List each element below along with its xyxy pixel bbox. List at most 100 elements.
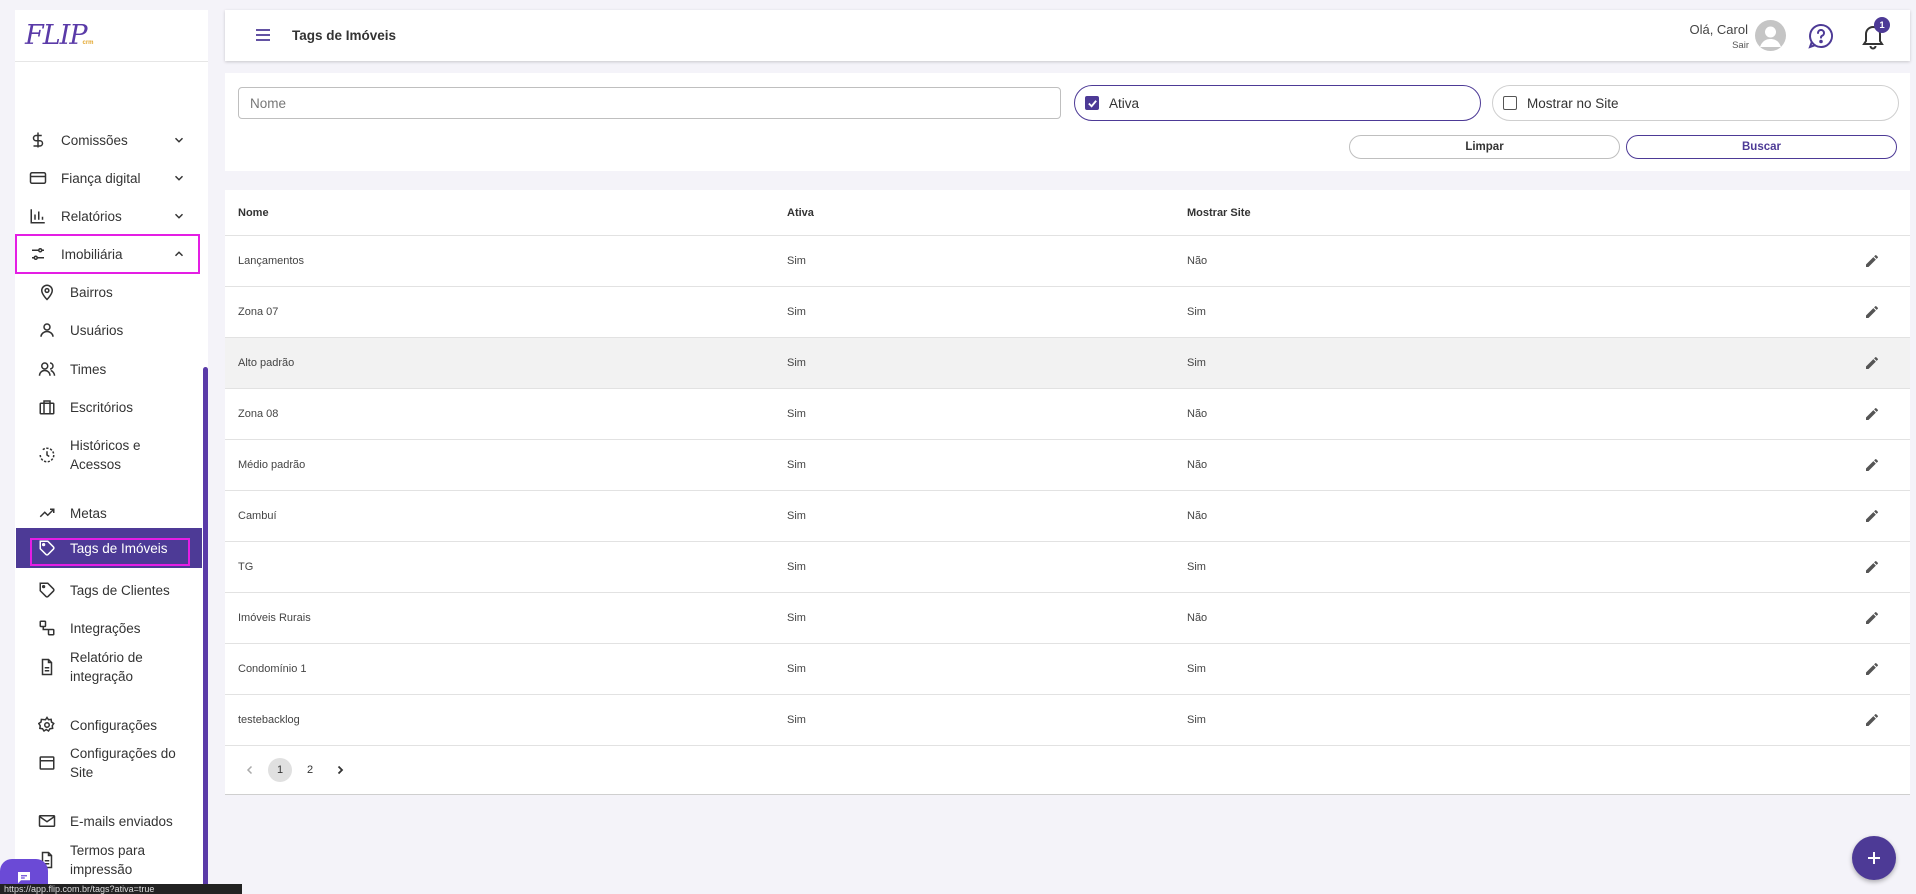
mostrar-site-checkbox[interactable] xyxy=(1503,96,1517,110)
logout-link[interactable]: Sair xyxy=(1732,40,1749,51)
edit-pencil-icon[interactable] xyxy=(1864,304,1880,320)
sidebar-item-relatorio-integracao[interactable]: Relatório de integração xyxy=(15,647,200,687)
sidebar-item-label: Usuários xyxy=(70,322,124,338)
sidebar-item-relatorios[interactable]: Relatórios xyxy=(15,198,200,234)
edit-pencil-icon[interactable] xyxy=(1864,610,1880,626)
sidebar-item-label: E-mails enviados xyxy=(70,813,173,829)
edit-pencil-icon[interactable] xyxy=(1864,253,1880,269)
cell-nome: Zona 07 xyxy=(238,306,279,318)
search-button[interactable]: Buscar xyxy=(1626,135,1897,159)
sidebar-item-label: Integrações xyxy=(70,620,141,636)
table-row[interactable]: Zona 08 Sim Não xyxy=(225,389,1910,440)
table-row[interactable]: Alto padrão Sim Sim xyxy=(225,338,1910,389)
cell-ativa: Sim xyxy=(787,306,806,318)
table-row[interactable]: Médio padrão Sim Não xyxy=(225,440,1910,491)
sidebar-item-times[interactable]: Times xyxy=(15,359,200,379)
sidebar-item-label: Relatórios xyxy=(61,208,122,224)
next-page-button[interactable] xyxy=(328,758,352,782)
add-tag-button[interactable] xyxy=(1852,836,1896,880)
sidebar-item-historicos-acessos[interactable]: Históricos e Acessos xyxy=(15,435,200,475)
sidebar-item-escritorios[interactable]: Escritórios xyxy=(15,397,200,417)
cell-ativa: Sim xyxy=(787,255,806,267)
edit-pencil-icon[interactable] xyxy=(1864,406,1880,422)
sidebar-item-integracoes[interactable]: Integrações xyxy=(15,618,200,638)
avatar[interactable] xyxy=(1755,20,1786,51)
briefcase-icon xyxy=(38,398,56,416)
history-icon xyxy=(38,446,56,464)
browser-window-icon xyxy=(38,754,56,772)
cell-mostrar-site: Não xyxy=(1187,255,1208,267)
edit-pencil-icon[interactable] xyxy=(1864,508,1880,524)
cell-ativa: Sim xyxy=(787,561,806,573)
page-title: Tags de Imóveis xyxy=(292,28,397,43)
table-row[interactable]: Zona 07 Sim Sim xyxy=(225,287,1910,338)
previous-page-button[interactable] xyxy=(238,758,262,782)
table-row[interactable]: Condomínio 1 Sim Sim xyxy=(225,644,1910,695)
cell-ativa: Sim xyxy=(787,612,806,624)
cell-ativa: Sim xyxy=(787,510,806,522)
sidebar-item-emails-enviados[interactable]: E-mails enviados xyxy=(15,811,200,831)
sidebar-item-comissoes[interactable]: Comissões xyxy=(15,122,200,158)
mostrar-site-checkbox-field[interactable]: Mostrar no Site xyxy=(1492,85,1899,121)
user-greeting: Olá, Carol xyxy=(1689,22,1748,37)
table-header: Nome Ativa Mostrar Site xyxy=(225,190,1910,236)
sidebar-item-configuracoes[interactable]: Configurações xyxy=(15,715,200,735)
sidebar-item-tags-imoveis[interactable]: Tags de Imóveis xyxy=(16,528,202,568)
cell-mostrar-site: Não xyxy=(1187,408,1208,420)
edit-pencil-icon[interactable] xyxy=(1864,355,1880,371)
sidebar-item-label: Fiança digital xyxy=(61,170,141,186)
tags-table: Nome Ativa Mostrar Site Lançamentos Sim Nã… xyxy=(225,190,1910,795)
ativa-checkbox[interactable] xyxy=(1085,96,1099,110)
hamburger-menu-icon[interactable] xyxy=(255,28,271,42)
edit-pencil-icon[interactable] xyxy=(1864,712,1880,728)
integration-icon xyxy=(38,619,56,637)
sidebar-item-label: Tags de Imóveis xyxy=(70,540,168,556)
cell-nome: Imóveis Rurais xyxy=(238,612,311,624)
column-header-nome[interactable]: Nome xyxy=(238,207,269,219)
cell-ativa: Sim xyxy=(787,714,806,726)
sidebar-item-label: Imobiliária xyxy=(61,246,123,262)
edit-pencil-icon[interactable] xyxy=(1864,457,1880,473)
name-filter-input[interactable] xyxy=(238,87,1061,119)
status-url: https://app.flip.com.br/tags?ativa=true xyxy=(0,884,242,894)
app-logo[interactable]: FLIP crm xyxy=(15,10,208,62)
ativa-checkbox-field[interactable]: Ativa xyxy=(1074,85,1481,121)
cell-nome: Alto padrão xyxy=(238,357,295,369)
sidebar-item-imobiliaria[interactable]: Imobiliária xyxy=(15,234,200,274)
table-row[interactable]: Lançamentos Sim Não xyxy=(225,236,1910,287)
sidebar-item-usuarios[interactable]: Usuários xyxy=(15,320,200,340)
table-row[interactable]: Cambuí Sim Não xyxy=(225,491,1910,542)
cell-ativa: Sim xyxy=(787,357,806,369)
sidebar-item-label: Comissões xyxy=(61,132,128,148)
cell-nome: Lançamentos xyxy=(238,255,305,267)
pagination: 1 2 xyxy=(238,758,358,782)
sliders-icon xyxy=(29,245,47,263)
sidebar-scrollbar[interactable] xyxy=(203,367,208,894)
sidebar-item-label: Times xyxy=(70,361,107,377)
column-header-ativa[interactable]: Ativa xyxy=(787,207,814,219)
edit-pencil-icon[interactable] xyxy=(1864,559,1880,575)
cell-nome: Cambuí xyxy=(238,510,277,522)
edit-pencil-icon[interactable] xyxy=(1864,661,1880,677)
sidebar-item-tags-clientes[interactable]: Tags de Clientes xyxy=(15,580,200,600)
page-button-1[interactable]: 1 xyxy=(268,758,292,782)
cell-nome: Condomínio 1 xyxy=(238,663,307,675)
table-row[interactable]: TG Sim Sim xyxy=(225,542,1910,593)
sidebar-item-metas[interactable]: Metas xyxy=(15,503,200,523)
column-header-mostrar-site[interactable]: Mostrar Site xyxy=(1187,207,1251,219)
sidebar-item-fianca-digital[interactable]: Fiança digital xyxy=(15,160,200,196)
user-icon xyxy=(38,321,56,339)
sidebar-item-configuracoes-site[interactable]: Configurações do Site xyxy=(15,743,200,783)
user-avatar-icon xyxy=(1760,26,1781,47)
sidebar-item-label: Escritórios xyxy=(70,399,134,415)
tag-icon xyxy=(38,581,56,599)
help-icon[interactable] xyxy=(1807,22,1835,50)
table-row[interactable]: testebacklog Sim Sim xyxy=(225,695,1910,746)
clear-button[interactable]: Limpar xyxy=(1349,135,1620,159)
cell-ativa: Sim xyxy=(787,459,806,471)
credit-card-icon xyxy=(29,169,47,187)
sidebar-item-bairros[interactable]: Bairros xyxy=(15,282,200,302)
table-row[interactable]: Imóveis Rurais Sim Não xyxy=(225,593,1910,644)
page-button-2[interactable]: 2 xyxy=(298,758,322,782)
cell-mostrar-site: Sim xyxy=(1187,306,1206,318)
